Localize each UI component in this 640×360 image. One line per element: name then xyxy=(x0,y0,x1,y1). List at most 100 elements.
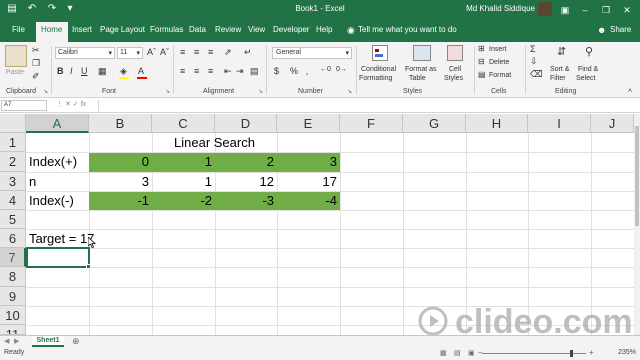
cell-e2[interactable]: 3 xyxy=(277,152,340,172)
share-icon[interactable]: ☻ xyxy=(597,25,606,35)
row-header-5[interactable]: 5 xyxy=(0,210,26,229)
cell-d3[interactable]: 12 xyxy=(215,172,277,191)
borders-icon[interactable]: ▦ xyxy=(98,66,107,77)
paste-button[interactable]: Paste xyxy=(6,69,24,76)
select-all-corner[interactable] xyxy=(0,114,26,133)
add-sheet-icon[interactable]: ⊕ xyxy=(72,336,80,347)
underline-icon[interactable]: U xyxy=(81,66,88,76)
align-right-icon[interactable]: ≡ xyxy=(208,66,213,76)
sort-filter-label[interactable]: Sort & xyxy=(550,66,569,73)
fill-handle[interactable] xyxy=(86,264,91,269)
merge-center-icon[interactable]: ▤ xyxy=(250,66,259,77)
currency-icon[interactable]: $ xyxy=(274,66,279,76)
scrollbar-thumb[interactable] xyxy=(635,126,639,226)
fill-color-icon[interactable]: ◈ xyxy=(120,66,127,77)
increase-font-icon[interactable]: Aˆ xyxy=(147,47,156,57)
column-header-c[interactable]: C xyxy=(152,114,215,133)
tab-formulas[interactable]: Formulas xyxy=(150,25,183,34)
row-header-8[interactable]: 8 xyxy=(0,267,26,287)
find-select-label-2[interactable]: Select xyxy=(576,75,595,82)
fill-icon[interactable]: ⇩ xyxy=(530,56,538,67)
tab-view[interactable]: View xyxy=(248,25,265,34)
format-as-table-label[interactable]: Format as xyxy=(405,66,437,73)
column-header-i[interactable]: I xyxy=(528,114,591,133)
cell-c4[interactable]: -2 xyxy=(152,191,215,210)
format-painter-icon[interactable]: ✐ xyxy=(32,71,40,82)
sheet-nav-next-icon[interactable]: ▶ xyxy=(14,337,19,345)
row-header-9[interactable]: 9 xyxy=(0,287,26,306)
find-select-label[interactable]: Find & xyxy=(578,66,598,73)
cell-b2[interactable]: 0 xyxy=(89,152,152,172)
row-header-4[interactable]: 4 xyxy=(0,191,26,210)
avatar[interactable] xyxy=(538,2,552,16)
align-bottom-icon[interactable]: ≡ xyxy=(208,47,213,57)
tab-data[interactable]: Data xyxy=(189,25,206,34)
tab-file[interactable]: File xyxy=(12,25,25,34)
normal-view-icon[interactable]: ▦ xyxy=(440,349,447,357)
tab-insert[interactable]: Insert xyxy=(72,25,92,34)
cell-styles-label[interactable]: Cell xyxy=(449,66,461,73)
cell-e4[interactable]: -4 xyxy=(277,191,340,210)
decrease-indent-icon[interactable]: ⇤ xyxy=(224,66,232,77)
cell-d2[interactable]: 2 xyxy=(215,152,277,172)
zoom-in-icon[interactable]: + xyxy=(589,348,594,357)
number-launcher-icon[interactable]: ↘ xyxy=(347,88,352,95)
orientation-icon[interactable]: ⇗ xyxy=(224,47,232,58)
find-select-icon[interactable]: ⚲ xyxy=(585,45,593,58)
zoom-level[interactable]: 235% xyxy=(618,349,636,356)
close-icon[interactable]: ✕ xyxy=(618,2,636,18)
format-as-table-label-2[interactable]: Table xyxy=(409,75,426,82)
column-header-a[interactable]: A xyxy=(26,114,89,133)
row-header-6[interactable]: 6 xyxy=(0,229,26,248)
column-header-f[interactable]: F xyxy=(340,114,403,133)
comma-style-icon[interactable]: ‚ xyxy=(306,66,308,76)
delete-cells-icon[interactable]: ⊟ xyxy=(478,57,485,66)
row-header-2[interactable]: 2 xyxy=(0,152,26,172)
align-left-icon[interactable]: ≡ xyxy=(180,66,185,76)
column-header-j[interactable]: J xyxy=(591,114,634,133)
column-header-d[interactable]: D xyxy=(215,114,277,133)
clear-icon[interactable]: ⌫ xyxy=(530,69,543,80)
cut-icon[interactable]: ✂ xyxy=(32,45,40,56)
bold-icon[interactable]: B xyxy=(57,66,64,76)
column-header-b[interactable]: B xyxy=(89,114,152,133)
conditional-formatting-icon[interactable] xyxy=(372,45,388,61)
tab-page-layout[interactable]: Page Layout xyxy=(100,25,145,34)
sheet-nav-prev-icon[interactable]: ◀ xyxy=(4,337,9,345)
user-name[interactable]: Md Khalid Siddique xyxy=(466,4,535,13)
name-box[interactable]: A7 xyxy=(1,100,47,111)
increase-decimal-icon[interactable]: ←0 xyxy=(320,66,331,73)
align-top-icon[interactable]: ≡ xyxy=(180,47,185,57)
zoom-slider-thumb[interactable] xyxy=(570,350,573,357)
clipboard-launcher-icon[interactable]: ↘ xyxy=(43,88,48,95)
format-as-table-icon[interactable] xyxy=(413,45,431,61)
font-color-icon[interactable]: A xyxy=(138,66,144,76)
insert-cells-icon[interactable]: ⊞ xyxy=(478,44,485,53)
font-size-select[interactable]: 11 ▾ xyxy=(117,47,143,59)
sort-filter-icon[interactable]: ⇵ xyxy=(557,45,566,58)
tab-developer[interactable]: Developer xyxy=(273,25,309,34)
fx-icon[interactable]: fx xyxy=(81,101,86,108)
row-header-7[interactable]: 7 xyxy=(0,248,26,267)
cell-styles-icon[interactable] xyxy=(447,45,463,61)
row-header-3[interactable]: 3 xyxy=(0,172,26,191)
alignment-launcher-icon[interactable]: ↘ xyxy=(258,88,263,95)
paste-icon[interactable] xyxy=(5,45,27,67)
autosum-icon[interactable]: Σ xyxy=(530,44,536,54)
font-launcher-icon[interactable]: ↘ xyxy=(165,88,170,95)
sort-filter-label-2[interactable]: Filter xyxy=(550,75,566,82)
cell-styles-label-2[interactable]: Styles xyxy=(444,75,463,82)
copy-icon[interactable]: ❐ xyxy=(32,58,40,69)
tab-help[interactable]: Help xyxy=(316,25,332,34)
cell-d4[interactable]: -3 xyxy=(215,191,277,210)
row-header-1[interactable]: 1 xyxy=(0,133,26,152)
ribbon-display-icon[interactable]: ▣ xyxy=(556,2,574,18)
delete-cells-button[interactable]: Delete xyxy=(489,59,509,66)
italic-icon[interactable]: I xyxy=(70,66,73,76)
cell-c2[interactable]: 1 xyxy=(152,152,215,172)
active-cell-a7[interactable] xyxy=(26,247,90,268)
conditional-formatting-label-2[interactable]: Formatting xyxy=(359,75,392,82)
number-format-select[interactable]: General ▾ xyxy=(272,47,352,59)
cell-b4[interactable]: -1 xyxy=(89,191,152,210)
cell-a2[interactable]: Index(+) xyxy=(26,152,89,172)
